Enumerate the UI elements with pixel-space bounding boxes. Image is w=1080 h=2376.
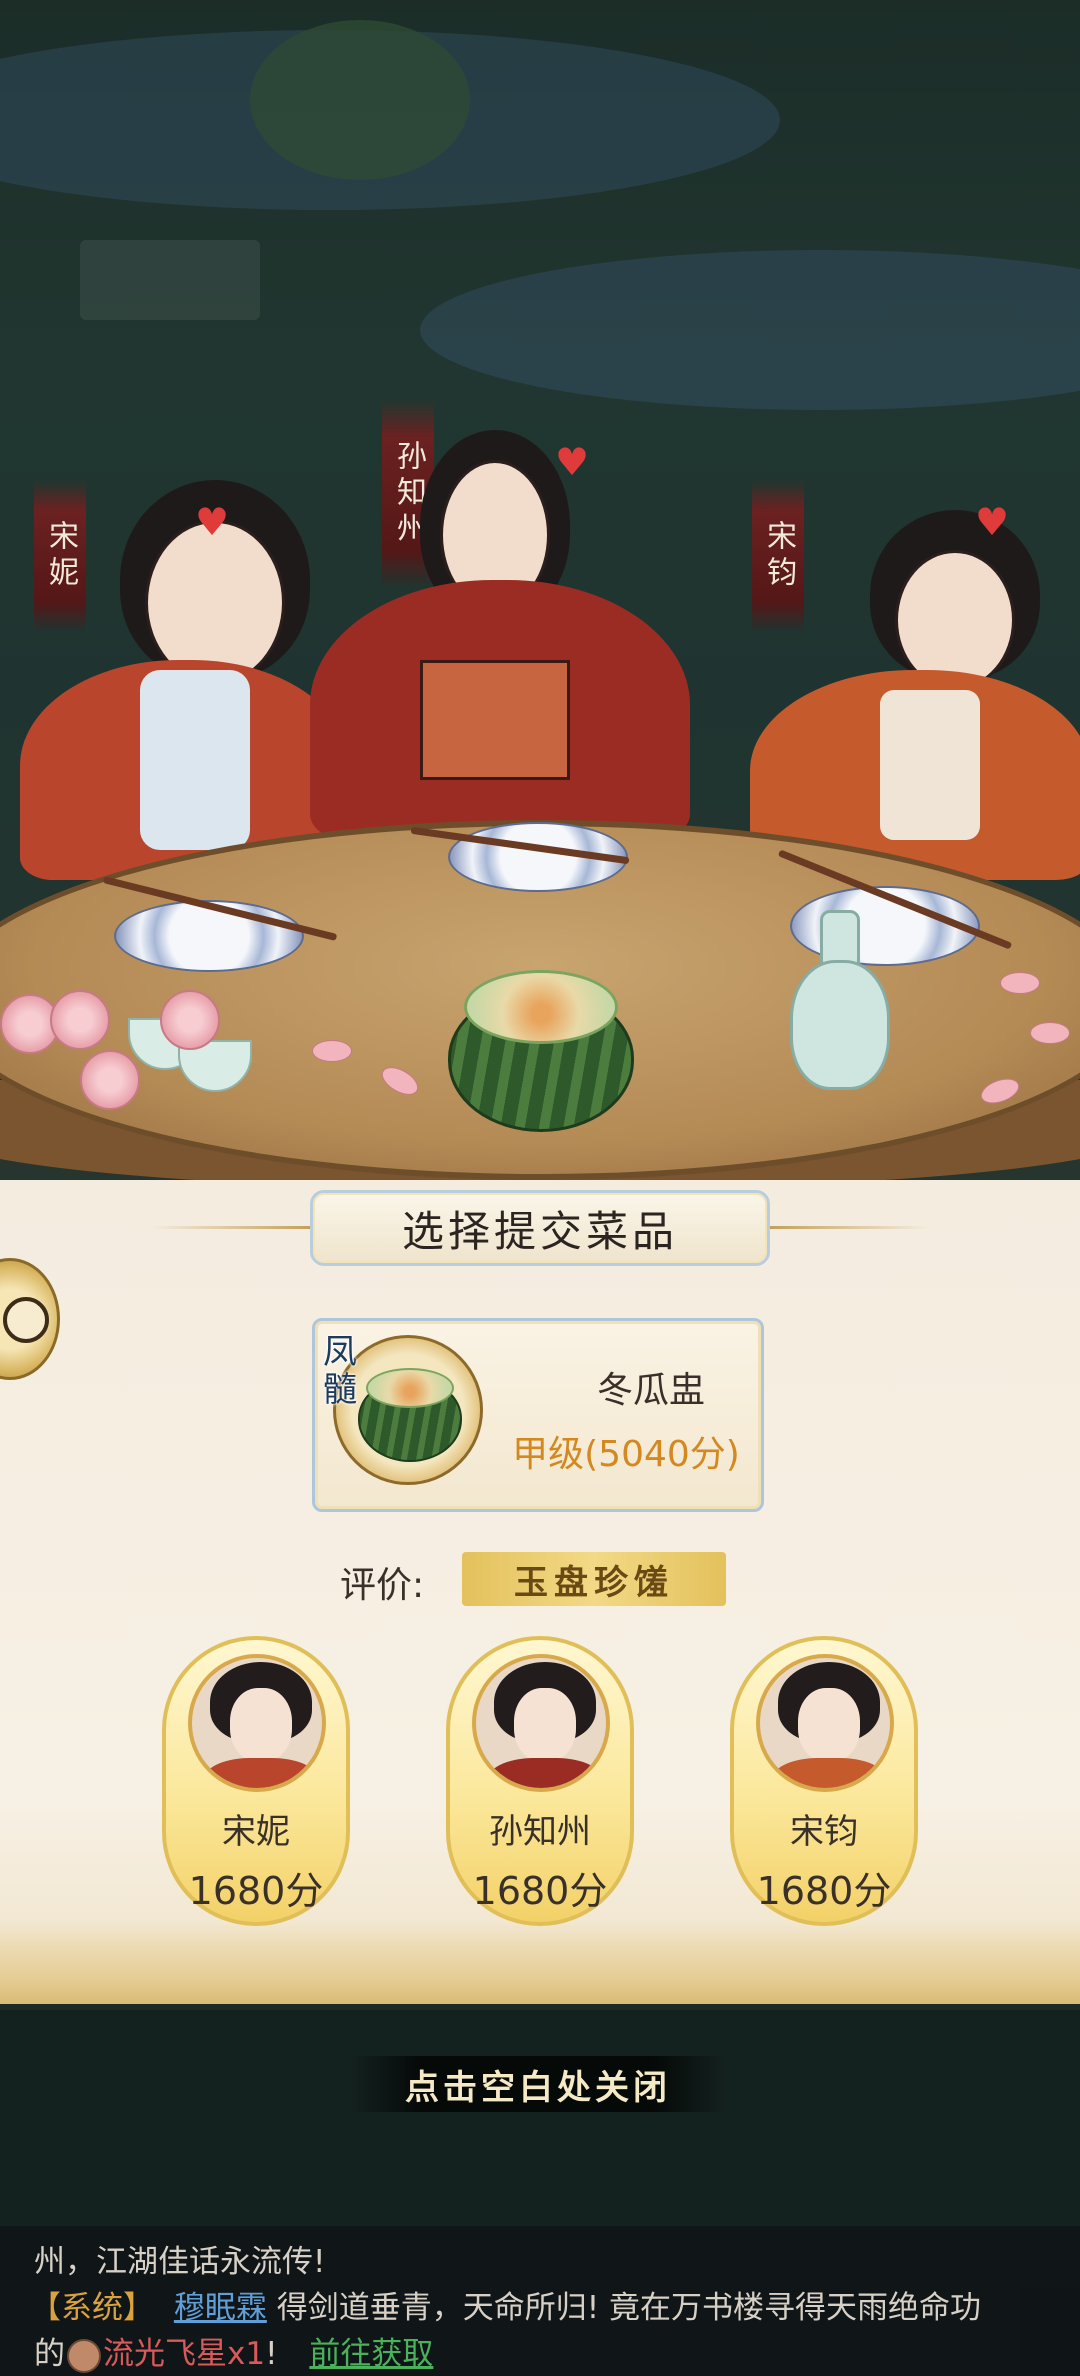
judge-score: 1680分 (756, 1869, 892, 1913)
system-tag: 【系统】 (30, 2290, 154, 2326)
panel-title-text: 选择提交菜品 (401, 1206, 678, 1256)
judge-card-song-ni: 宋妮 1680分 (162, 1636, 350, 1926)
chat-line: 的 流光飞星x1! 前往获取 (34, 2328, 433, 2373)
evaluation-badge: 玉盘珍馐 (462, 1552, 726, 1606)
dish-name: 冬瓜盅 (596, 1370, 705, 1411)
banquet-scene: 宋妮 孙知州 宋钧 ♥ ♥ ♥ (0, 0, 1080, 1180)
avatar (472, 1654, 610, 1792)
panel-title: 选择提交菜品 (310, 1190, 770, 1266)
dish-grade: 甲级(5040分) (512, 1434, 740, 1475)
background-river (420, 250, 1080, 410)
petal (312, 1040, 352, 1062)
winter-melon-dish (448, 960, 634, 1132)
peach-blossom (50, 990, 110, 1050)
panel-divider (0, 2004, 1080, 2010)
title-decor-left (150, 1226, 310, 1229)
petal (1000, 972, 1040, 994)
player-link[interactable]: 穆眠霖 (174, 2290, 267, 2326)
evaluation-value: 玉盘珍馐 (514, 1562, 674, 1603)
chat-text: 州，江湖佳话永流传! (34, 2244, 326, 2280)
avatar (756, 1654, 894, 1792)
judge-score: 1680分 (472, 1869, 608, 1913)
background-tree (250, 20, 470, 180)
close-hint[interactable]: 点击空白处关闭 (348, 2056, 728, 2112)
petal (1030, 1022, 1070, 1044)
chat-bubble-icon (3, 1297, 49, 1343)
item-name[interactable]: 流光飞星x1 (103, 2336, 265, 2372)
chat-line: 【系统】 穆眠霖 得剑道垂青，天命所归! 竟在万书楼寻得天雨绝命功 (30, 2282, 981, 2327)
chat-ticker: 州，江湖佳话永流传! 【系统】 穆眠霖 得剑道垂青，天命所归! 竟在万书楼寻得天… (0, 2226, 1080, 2376)
teapot (770, 900, 900, 1100)
chat-text: 的 (34, 2336, 65, 2372)
avatar (188, 1654, 326, 1792)
title-decor-right (770, 1226, 930, 1229)
dish-quality-tag: 凤髓 (323, 1332, 357, 1410)
item-icon (67, 2338, 101, 2373)
background-pavilion (80, 240, 260, 320)
judge-card-song-jun: 宋钧 1680分 (730, 1636, 918, 1926)
evaluation-label: 评价: (340, 1565, 425, 1606)
chat-text: ! (265, 2336, 278, 2372)
character-song-jun[interactable]: ♥ (730, 500, 1080, 880)
character-sun-zhizhou[interactable]: ♥ (290, 400, 710, 840)
judge-card-sun-zhizhou: 孙知州 1680分 (446, 1636, 634, 1926)
plate (114, 900, 304, 972)
selected-dish-card[interactable]: 凤髓 冬瓜盅 甲级(5040分) (312, 1318, 764, 1512)
judge-name: 宋妮 (222, 1812, 290, 1852)
goto-link[interactable]: 前往获取 (309, 2336, 433, 2372)
peach-blossom (160, 990, 220, 1050)
close-hint-text: 点击空白处关闭 (405, 2067, 671, 2108)
chat-text: 得剑道垂青，天命所归! 竟在万书楼寻得天雨绝命功 (276, 2290, 981, 2326)
peach-blossom (80, 1050, 140, 1110)
chat-line: 州，江湖佳话永流传! (34, 2236, 325, 2281)
judge-name: 孙知州 (489, 1812, 591, 1852)
judge-score: 1680分 (188, 1869, 324, 1913)
judge-name: 宋钧 (790, 1812, 858, 1852)
panel-wave-decor (0, 1920, 1080, 2010)
